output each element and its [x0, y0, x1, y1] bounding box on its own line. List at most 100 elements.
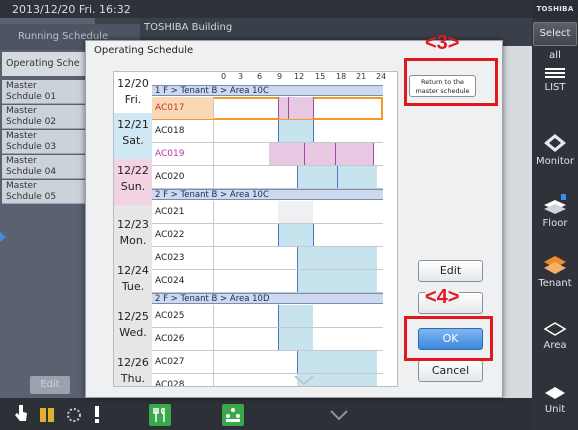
nav-unit[interactable]: Unit	[532, 386, 578, 415]
people-icon[interactable]	[222, 404, 244, 426]
day-cell[interactable]: 12/20 Fri.	[114, 72, 152, 113]
brand-logo: TOSHIBA	[532, 0, 578, 18]
monitor-icon	[544, 134, 566, 152]
day-cell[interactable]: 12/24 Tue.	[114, 251, 152, 297]
unit-name: AC020	[152, 166, 214, 188]
schedule-bar	[278, 305, 313, 327]
unit-name: AC026	[152, 328, 214, 350]
table-row[interactable]: AC021	[152, 201, 383, 224]
list-icon	[545, 68, 565, 78]
schedule-marker	[335, 143, 336, 165]
day-cell[interactable]: 12/23 Mon.	[114, 205, 152, 251]
datetime: 2013/12/20 Fri. 16:32	[12, 3, 131, 16]
day-cell[interactable]: 12/25 Wed.	[114, 297, 152, 343]
day-cell[interactable]: 12/22 Sun.	[114, 159, 152, 205]
master-schedule-item[interactable]: Master Schdule 01	[2, 80, 92, 104]
table-row[interactable]: AC024	[152, 270, 383, 293]
area-label: 2 F > Tenant B > Area 10D	[152, 293, 383, 304]
select-all-button[interactable]: Select all	[533, 22, 577, 61]
nav-area[interactable]: Area	[532, 322, 578, 351]
pointer-arrow-icon	[0, 232, 6, 242]
table-row[interactable]: AC018	[152, 120, 383, 143]
nav-area-label: Area	[543, 340, 567, 351]
time-tick: 24	[376, 72, 387, 81]
schedule-marker	[313, 97, 314, 119]
unit-name: AC024	[152, 270, 214, 292]
edit-button[interactable]: Edit	[418, 260, 483, 282]
nav-floor[interactable]: Floor	[532, 194, 578, 229]
table-row[interactable]: AC023	[152, 247, 383, 270]
unit-icon	[545, 387, 565, 399]
table-row[interactable]: AC027	[152, 351, 383, 374]
table-row[interactable]: AC017	[152, 97, 383, 120]
dialog-title: Operating Schedule	[94, 45, 194, 56]
unit-name: AC025	[152, 305, 214, 327]
nav-list[interactable]: LIST	[532, 68, 578, 93]
schedule-marker	[304, 143, 305, 165]
day-cell[interactable]: 12/21 Sat.	[114, 113, 152, 159]
table-row[interactable]: AC019	[152, 143, 383, 166]
schedule-bar	[278, 120, 313, 142]
nav-floor-label: Floor	[542, 218, 568, 229]
time-tick: 9	[277, 72, 283, 81]
schedule-marker	[278, 305, 279, 327]
unit-name: AC028	[152, 374, 214, 386]
tenant-icon	[544, 256, 566, 274]
timeline	[214, 270, 383, 292]
table-row[interactable]: AC028	[152, 374, 383, 386]
schedule-marker	[313, 120, 314, 142]
scroll-down-icon[interactable]	[293, 374, 315, 386]
chevron-down-icon[interactable]	[330, 410, 348, 422]
schedule-marker	[337, 166, 338, 188]
timeline	[214, 97, 383, 119]
table-row[interactable]: AC022	[152, 224, 383, 247]
floor-icon	[544, 194, 566, 214]
callout-box-4	[404, 316, 493, 361]
hand-pointer-icon[interactable]	[14, 403, 28, 423]
master-schedule-item[interactable]: Master Schdule 02	[2, 105, 92, 129]
callout-box-3	[404, 58, 498, 106]
schedule-marker	[278, 328, 279, 350]
table-row[interactable]: AC020	[152, 166, 383, 189]
restaurant-icon[interactable]	[149, 404, 171, 426]
nav-tenant[interactable]: Tenant	[532, 256, 578, 289]
schedule-marker	[297, 166, 298, 188]
schedule-marker	[278, 224, 279, 246]
master-schedule-item[interactable]: Master Schdule 04	[2, 155, 92, 179]
timeline	[214, 120, 383, 142]
timeline-grid: 0 3 6 9 12 15 18 21 24 1 F > Tenant B > …	[152, 72, 397, 386]
schedule-marker	[373, 143, 374, 165]
schedule-bar	[269, 143, 373, 165]
day-cell[interactable]: 12/26 Thu.	[114, 343, 152, 386]
timeline	[214, 201, 383, 223]
unit-name: AC022	[152, 224, 214, 246]
time-tick: 18	[336, 72, 347, 81]
timeline	[214, 351, 383, 373]
timeline	[214, 328, 383, 350]
schedule-marker	[288, 97, 289, 119]
schedule-marker	[297, 270, 298, 292]
master-schedule-item[interactable]: Master Schdule 03	[2, 130, 92, 154]
callout-label-3: <3>	[425, 32, 460, 54]
book-icon[interactable]	[40, 408, 54, 422]
time-tick: 12	[294, 72, 305, 81]
nav-monitor-label: Monitor	[535, 156, 574, 167]
schedule-bar	[297, 351, 377, 373]
timeline	[214, 224, 383, 246]
schedule-bar	[297, 270, 377, 292]
background-edit-button[interactable]: Edit	[30, 376, 70, 394]
loading-icon	[67, 408, 81, 422]
cancel-button[interactable]: Cancel	[418, 360, 483, 382]
schedule-marker	[297, 351, 298, 373]
master-schedule-item[interactable]: Master Schdule 05	[2, 180, 92, 204]
operating-schedule-item[interactable]: Operating Sche	[2, 52, 92, 76]
timeline	[214, 305, 383, 327]
timeline	[214, 247, 383, 269]
table-row[interactable]: AC025	[152, 305, 383, 328]
schedule-bar	[278, 224, 313, 246]
schedule-bar	[278, 201, 313, 223]
nav-monitor[interactable]: Monitor	[532, 134, 578, 167]
alert-icon[interactable]	[94, 406, 100, 424]
table-row[interactable]: AC026	[152, 328, 383, 351]
time-tick: 15	[315, 72, 326, 81]
